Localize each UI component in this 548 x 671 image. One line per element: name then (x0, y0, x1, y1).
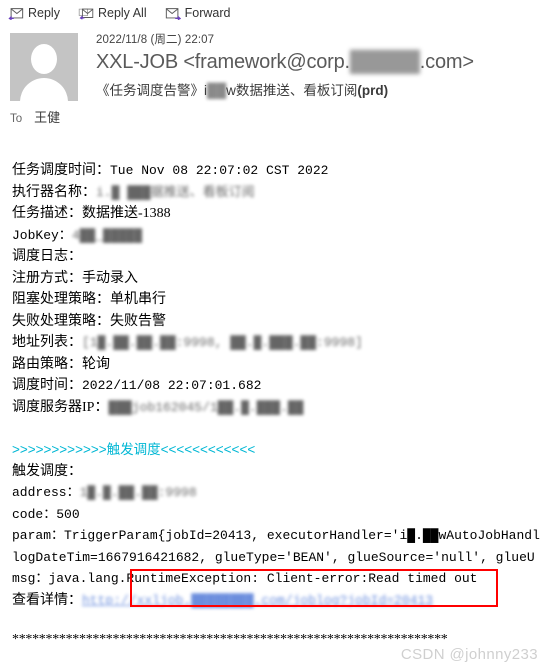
joblog-link[interactable]: http://xxljob.████████.com/joblog?jobId=… (82, 590, 433, 612)
field-row: 失败处理策略：失败告警 (12, 311, 548, 333)
field-label: JobKey： (12, 227, 72, 243)
message-header: 2022/11/8 (周二) 22:07 XXL-JOB <framework@… (0, 25, 548, 101)
field-value: [1█.██.██.██:9998, ██.█.███.██:9998] (82, 335, 363, 350)
forward-label: Forward (184, 5, 231, 20)
field-value: i.█ ███据推送、看板订阅 (96, 184, 255, 200)
forward-icon (165, 7, 181, 20)
message-subject: 《任务调度告警》i██w数据推送、看板订阅(prd) (96, 79, 540, 99)
address-value: 1█.█.██.██:9998 (79, 485, 197, 500)
field-label: 调度时间： (12, 378, 82, 393)
field-label: 调度服务器IP： (12, 399, 109, 415)
message-body: 任务调度时间：Tue Nov 08 22:07:02 CST 2022 执行器名… (0, 126, 548, 648)
forward-button[interactable]: Forward (165, 5, 231, 20)
field-row: 注册方式：手动录入 (12, 268, 548, 290)
field-row: 调度日志： (12, 246, 548, 268)
address-label: address： (12, 485, 80, 500)
field-value: 数据推送-1388 (82, 206, 171, 221)
field-label: 任务描述： (12, 206, 82, 221)
reply-all-label: Reply All (97, 5, 147, 20)
field-row: 阻塞处理策略：单机串行 (12, 289, 548, 311)
reply-all-icon (78, 8, 94, 20)
subject-env: (prd) (357, 83, 389, 98)
param-line-2: logDateTim=1667916421682, glueType='BEAN… (12, 549, 535, 565)
field-label: 地址列表： (12, 335, 82, 350)
field-row: 地址列表：[1█.██.██.██:9998, ██.█.███.██:9998… (12, 332, 548, 354)
sender-address: XXL-JOB <framework@corp.█████.com> (96, 51, 540, 74)
field-row: 路由策略：轮询 (12, 354, 548, 376)
field-label: 执行器名称： (12, 184, 96, 200)
sender-prefix: XXL-JOB <framework@corp. (96, 51, 350, 73)
field-label: 失败处理策略： (12, 313, 110, 329)
recipient-row: To 王健 (0, 101, 548, 126)
field-value: 手动录入 (82, 270, 138, 286)
subject-prefix: 《任务调度告警》i (96, 83, 207, 98)
field-label: 阻塞处理策略： (12, 292, 110, 307)
field-value: 2022/11/08 22:07:01.682 (82, 378, 262, 393)
reply-all-button[interactable]: Reply All (78, 7, 147, 20)
error-message-line: msg：java.lang.RuntimeException: Client-e… (12, 571, 478, 586)
field-row: 调度服务器IP：███job162045/1██.█.███.██ (12, 397, 548, 419)
field-label: 路由策略： (12, 356, 82, 372)
message-toolbar: Reply Reply All Forward (0, 0, 548, 25)
trigger-banner: >>>>>>>>>>>>触发调度<<<<<<<<<<<< (12, 442, 256, 457)
field-label: 注册方式： (12, 270, 82, 286)
field-row: 任务调度时间：Tue Nov 08 22:07:02 CST 2022 (12, 160, 548, 182)
sender-suffix: .com> (419, 51, 474, 73)
field-value: ███job162045/1██.█.███.██ (108, 399, 304, 415)
param-line-1: param：TriggerParam{jobId=20413, executor… (12, 528, 540, 543)
sender-redacted: █████ (349, 51, 420, 73)
subject-mid: w数据推送、看板订阅 (226, 83, 358, 98)
address-row: address：1█.█.██.██:9998 (12, 482, 548, 504)
detail-label: 查看详情： (12, 592, 82, 608)
code-value: 500 (56, 506, 80, 522)
field-value: 单机串行 (110, 292, 166, 307)
csdn-watermark: CSDN @johnny233 (400, 646, 538, 663)
avatar (10, 33, 78, 101)
field-value: 4██_█████ (71, 227, 143, 243)
detail-row: 查看详情：http://xxljob.████████.com/joblog?j… (12, 590, 548, 612)
person-placeholder-icon (31, 44, 57, 74)
field-row: 任务描述：数据推送-1388 (12, 203, 548, 225)
field-row: 执行器名称：i.█ ███据推送、看板订阅 (12, 182, 548, 204)
message-date: 2022/11/8 (周二) 22:07 (96, 34, 215, 46)
field-value: Tue Nov 08 22:07:02 CST 2022 (110, 163, 329, 178)
field-row: JobKey：4██_█████ (12, 225, 548, 247)
field-label: 任务调度时间： (12, 163, 110, 178)
recipient-name[interactable]: 王健 (34, 107, 60, 126)
field-row: 调度时间：2022/11/08 22:07:01.682 (12, 375, 548, 397)
field-value: 失败告警 (110, 313, 166, 329)
code-row: code：500 (12, 504, 548, 526)
subject-redacted: ██ (207, 83, 227, 98)
reply-icon (8, 7, 24, 20)
field-label: 调度日志： (12, 249, 82, 264)
reply-label: Reply (28, 5, 60, 20)
trigger-label: 触发调度： (12, 463, 82, 479)
reply-button[interactable]: Reply (8, 7, 60, 20)
field-value: 轮询 (82, 356, 110, 372)
to-label: To (10, 113, 23, 125)
code-label: code： (12, 506, 57, 522)
